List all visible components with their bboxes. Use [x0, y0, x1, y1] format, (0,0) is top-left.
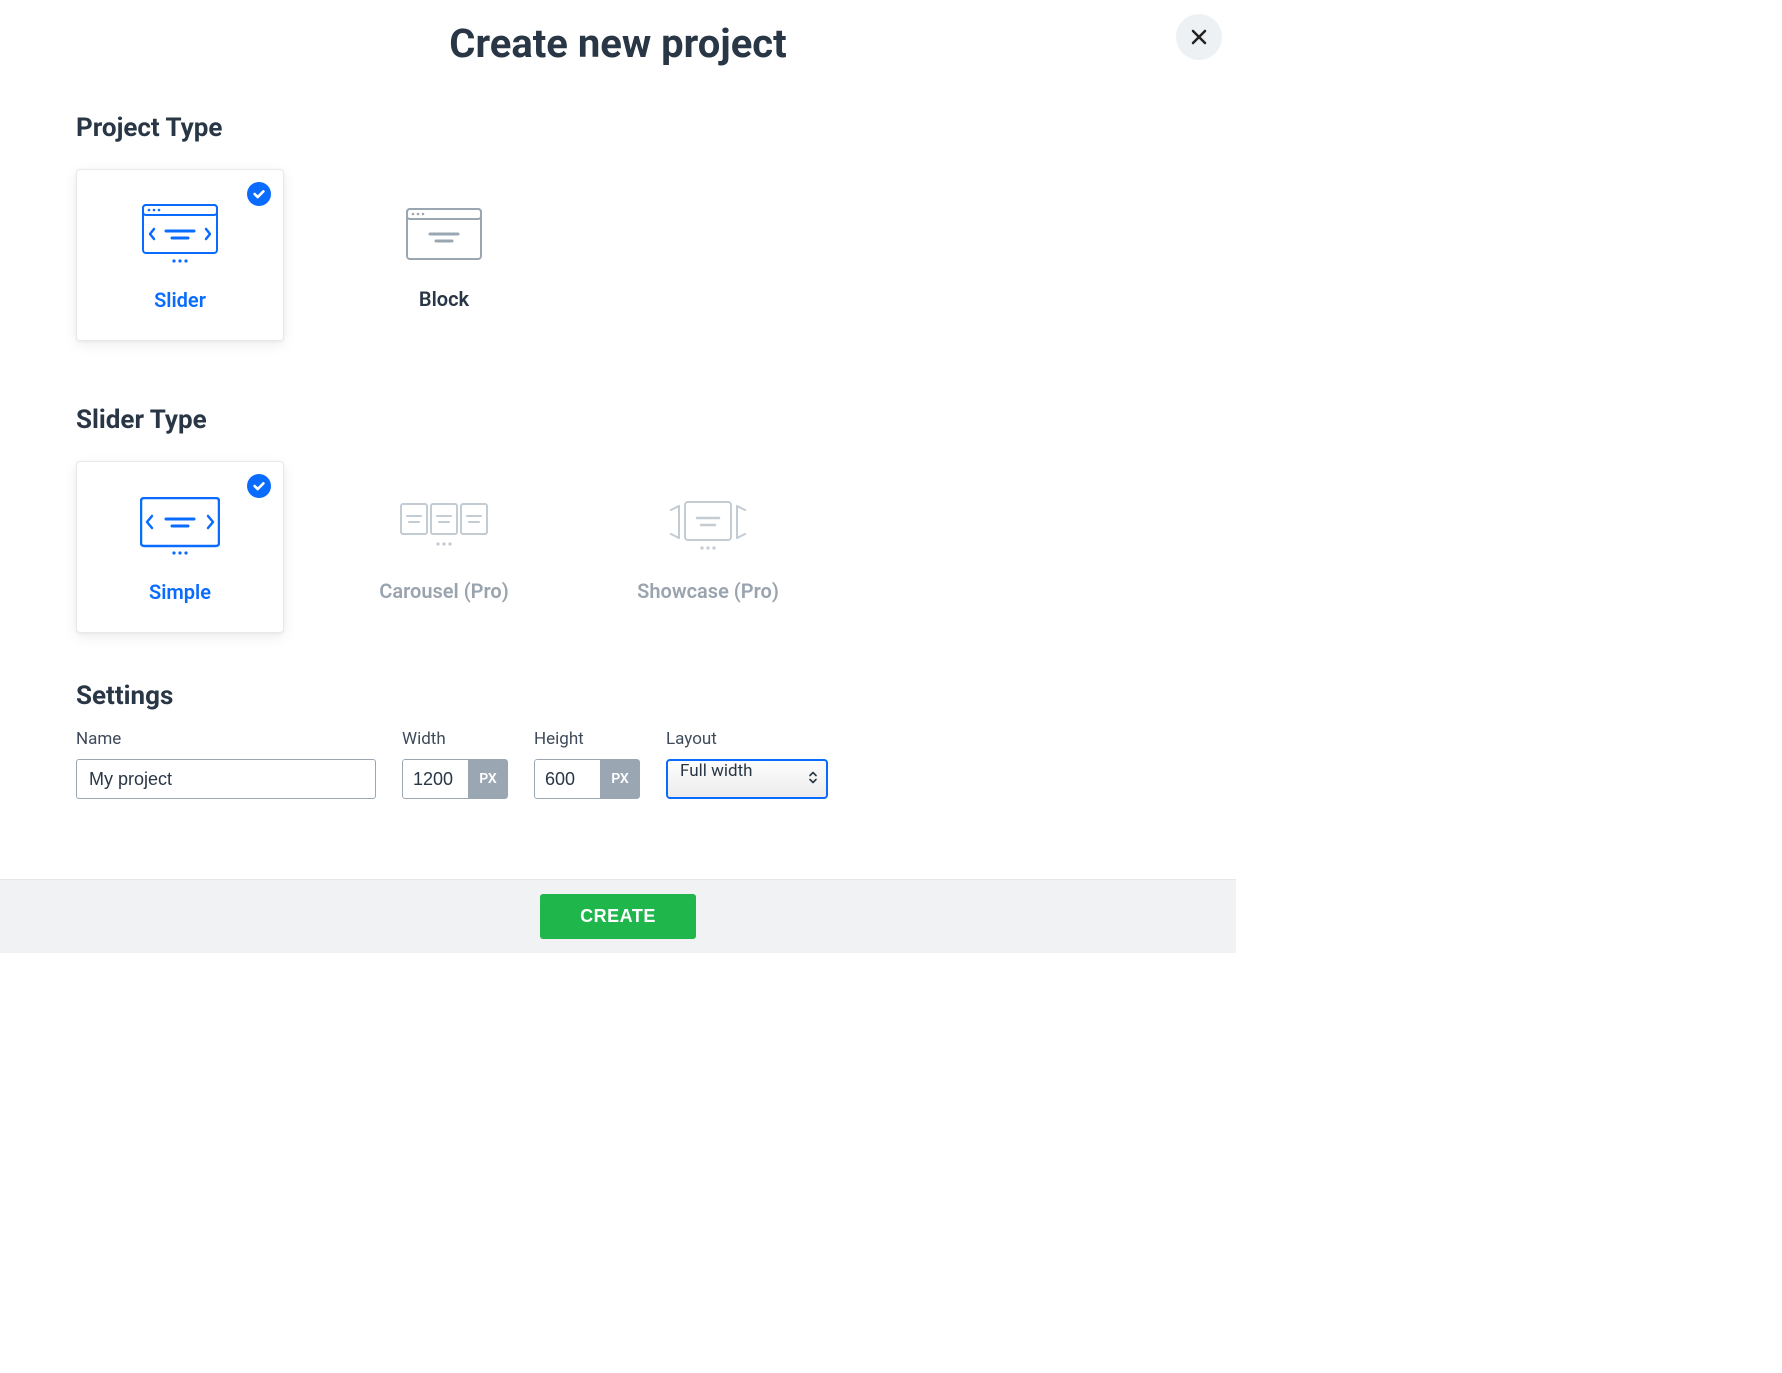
card-label: Showcase (Pro) [637, 579, 779, 603]
name-label: Name [76, 729, 376, 749]
project-type-slider-card[interactable]: Slider [76, 169, 284, 341]
width-input[interactable] [402, 759, 468, 799]
layout-label: Layout [666, 729, 828, 749]
card-label: Slider [154, 288, 206, 312]
carousel-icon [399, 487, 489, 565]
slider-type-simple-card[interactable]: Simple [76, 461, 284, 633]
card-label: Simple [149, 580, 211, 604]
project-type-block-card[interactable]: Block [340, 169, 548, 341]
width-label: Width [402, 729, 508, 749]
height-unit: PX [600, 759, 640, 799]
slider-type-options: Simple [76, 453, 1160, 633]
showcase-icon [669, 487, 747, 565]
slider-type-carousel-card: Carousel (Pro) [340, 461, 548, 633]
close-button[interactable] [1176, 14, 1222, 60]
close-icon [1189, 27, 1209, 47]
section-title-settings: Settings [76, 681, 1160, 711]
check-icon [247, 474, 271, 498]
block-icon [406, 195, 482, 273]
height-input[interactable] [534, 759, 600, 799]
name-input[interactable] [76, 759, 376, 799]
card-label: Carousel (Pro) [379, 579, 508, 603]
height-label: Height [534, 729, 640, 749]
simple-slider-icon [140, 488, 220, 566]
check-icon [247, 182, 271, 206]
section-title-project-type: Project Type [76, 113, 1160, 143]
project-type-options: Slider Block [76, 161, 1160, 341]
slider-type-showcase-card: Showcase (Pro) [604, 461, 812, 633]
layout-select[interactable]: Full width [666, 759, 828, 799]
section-title-slider-type: Slider Type [76, 405, 1160, 435]
bottom-bar: CREATE [0, 879, 1236, 953]
modal-title: Create new project [0, 0, 1236, 77]
width-unit: PX [468, 759, 508, 799]
create-button[interactable]: CREATE [540, 894, 696, 939]
settings-row: Name Width PX Height PX Layout [76, 729, 1160, 799]
slider-icon [142, 196, 218, 274]
card-label: Block [419, 287, 469, 311]
